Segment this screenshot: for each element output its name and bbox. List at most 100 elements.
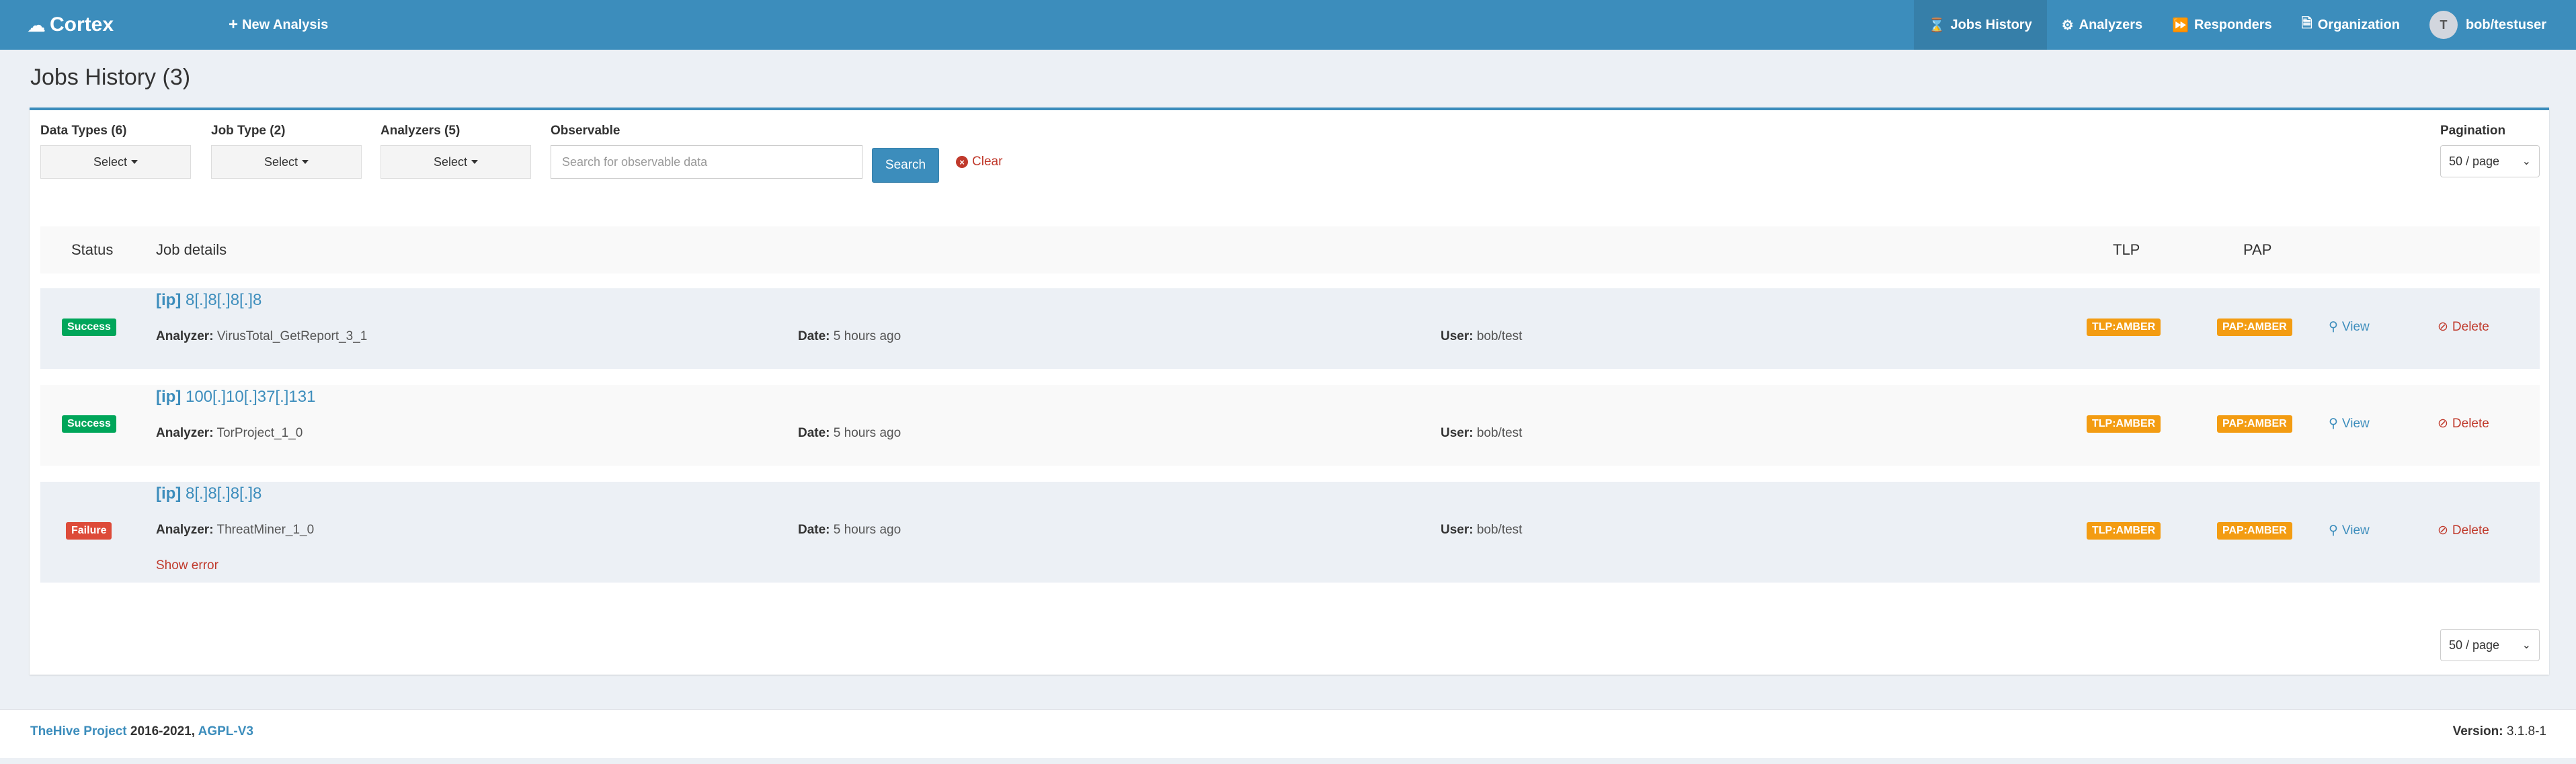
nav-responders[interactable]: ⏩ Responders: [2157, 0, 2287, 50]
clear-label: Clear: [972, 155, 1003, 169]
observable-search-input[interactable]: [551, 145, 862, 179]
status-badge: Success: [62, 415, 116, 433]
pap-badge: PAP:AMBER: [2217, 522, 2292, 540]
bottom-pagination-select[interactable]: 50 / page ⌄: [2440, 629, 2540, 661]
view-button[interactable]: ⚲ View: [2329, 416, 2370, 431]
search-icon: ⚲: [2329, 320, 2338, 334]
analyzer-value: TorProject_1_0: [216, 426, 303, 440]
analyzer-value: ThreatMiner_1_0: [216, 523, 315, 537]
delete-button[interactable]: ⊘ Delete: [2438, 416, 2489, 431]
clear-button[interactable]: × Clear: [956, 155, 1002, 169]
observable-link[interactable]: [ip] 8[.]8[.]8[.]8: [156, 291, 261, 310]
user-info: User: bob/test: [1441, 329, 1522, 344]
delete-button[interactable]: ⊘ Delete: [2438, 523, 2489, 538]
bottom-pagination-value: 50 / page: [2449, 638, 2500, 652]
observable-value: 8[.]8[.]8[.]8: [185, 291, 262, 309]
datatype-label: [ip]: [156, 388, 182, 406]
delete-label: Delete: [2452, 416, 2489, 431]
plus-icon: +: [229, 15, 239, 34]
tlp-badge: TLP:AMBER: [2087, 415, 2161, 433]
pagination-value: 50 / page: [2449, 154, 2500, 168]
nav-analyzers-label: Analyzers: [2079, 17, 2143, 32]
status-badge: Failure: [66, 522, 112, 540]
search-icon: ⚲: [2329, 523, 2338, 538]
analyzer-info: Analyzer: TorProject_1_0: [156, 426, 303, 441]
search-icon: ⚲: [2329, 417, 2338, 431]
user-value: bob/test: [1476, 426, 1523, 440]
hourglass-icon: ⌛: [1928, 17, 1945, 33]
new-analysis-label: New Analysis: [242, 17, 329, 32]
page-title: Jobs History (3): [30, 65, 191, 90]
header-job-details: Job details: [156, 241, 227, 258]
date-value: 5 hours ago: [833, 426, 901, 440]
nav-organization-label: Organization: [2317, 17, 2400, 32]
license-link[interactable]: AGPL-V3: [198, 724, 253, 738]
new-analysis-button[interactable]: + New Analysis: [229, 15, 328, 34]
top-navbar: ☁ Cortex + New Analysis ⌛ Jobs History ⚙…: [0, 0, 2576, 50]
version-label: Version:: [2452, 724, 2507, 738]
date-label: Date:: [798, 523, 830, 537]
delete-label: Delete: [2452, 319, 2489, 334]
ban-icon: ⊘: [2438, 417, 2448, 431]
data-types-label: Data Types (6): [40, 124, 127, 138]
ban-icon: ⊘: [2438, 320, 2448, 334]
data-types-select[interactable]: Select: [40, 145, 191, 179]
header-pap: PAP: [2243, 241, 2272, 258]
job-type-select[interactable]: Select: [211, 145, 362, 179]
nav-analyzers[interactable]: ⚙ Analyzers: [2047, 0, 2157, 50]
brain-icon: ☁: [27, 14, 46, 36]
analyzer-value: VirusTotal_GetReport_3_1: [216, 329, 368, 343]
observable-link[interactable]: [ip] 100[.]10[.]37[.]131: [156, 388, 315, 407]
version-value: 3.1.8-1: [2506, 724, 2546, 738]
brand-name: Cortex: [50, 13, 114, 36]
delete-button[interactable]: ⊘ Delete: [2438, 319, 2489, 335]
analyzers-select[interactable]: Select: [380, 145, 531, 179]
filter-observable: Observable: [551, 124, 862, 179]
pagination-select[interactable]: 50 / page ⌄: [2440, 145, 2540, 177]
table-header: Status Job details TLP PAP: [40, 226, 2540, 273]
date-label: Date:: [798, 426, 830, 440]
view-label: View: [2341, 416, 2370, 431]
date-info: Date: 5 hours ago: [798, 426, 901, 441]
user-menu[interactable]: T bob/testuser: [2415, 0, 2576, 50]
pap-badge: PAP:AMBER: [2217, 415, 2292, 433]
status-badge: Success: [62, 319, 116, 336]
user-label: User:: [1441, 523, 1474, 537]
thehive-project-link[interactable]: TheHive Project: [30, 724, 127, 738]
view-button[interactable]: ⚲ View: [2329, 319, 2370, 335]
brand-logo[interactable]: ☁ Cortex: [27, 13, 175, 36]
document-icon: 🗎: [2301, 16, 2312, 31]
nav-jobs-history-label: Jobs History: [1950, 17, 2032, 32]
nav-organization[interactable]: 🗎 Organization: [2287, 0, 2415, 50]
filter-analyzers: Analyzers (5) Select: [380, 124, 531, 179]
tlp-badge: TLP:AMBER: [2087, 319, 2161, 336]
observable-link[interactable]: [ip] 8[.]8[.]8[.]8: [156, 484, 261, 503]
footer-version: Version: 3.1.8-1: [2453, 724, 2546, 739]
footer-years: 2016-2021,: [126, 724, 198, 738]
header-status: Status: [71, 241, 114, 258]
table-row: Success [ip] 8[.]8[.]8[.]8 Analyzer: Vir…: [40, 288, 2540, 369]
search-button[interactable]: Search: [872, 148, 939, 183]
date-value: 5 hours ago: [833, 523, 901, 537]
observable-value: 8[.]8[.]8[.]8: [185, 484, 262, 503]
data-types-select-value: Select: [93, 155, 128, 169]
nav-jobs-history[interactable]: ⌛ Jobs History: [1913, 0, 2047, 50]
date-info: Date: 5 hours ago: [798, 329, 901, 344]
times-circle-icon: ×: [956, 156, 968, 168]
filter-data-types: Data Types (6) Select: [40, 124, 191, 179]
caret-down-icon: [471, 160, 479, 164]
nav-responders-label: Responders: [2194, 17, 2272, 32]
date-label: Date:: [798, 329, 830, 343]
view-label: View: [2341, 319, 2370, 334]
table-row: Success [ip] 100[.]10[.]37[.]131 Analyze…: [40, 385, 2540, 466]
view-button[interactable]: ⚲ View: [2329, 523, 2370, 538]
analyzer-info: Analyzer: ThreatMiner_1_0: [156, 523, 314, 538]
pap-badge: PAP:AMBER: [2217, 319, 2292, 336]
analyzer-label: Analyzer:: [156, 523, 214, 537]
show-error-link[interactable]: Show error: [156, 558, 218, 573]
chevron-down-icon: ⌄: [2522, 640, 2531, 651]
analyzer-label: Analyzer:: [156, 426, 214, 440]
user-value: bob/test: [1476, 329, 1523, 343]
tlp-badge: TLP:AMBER: [2087, 522, 2161, 540]
datatype-label: [ip]: [156, 291, 182, 309]
